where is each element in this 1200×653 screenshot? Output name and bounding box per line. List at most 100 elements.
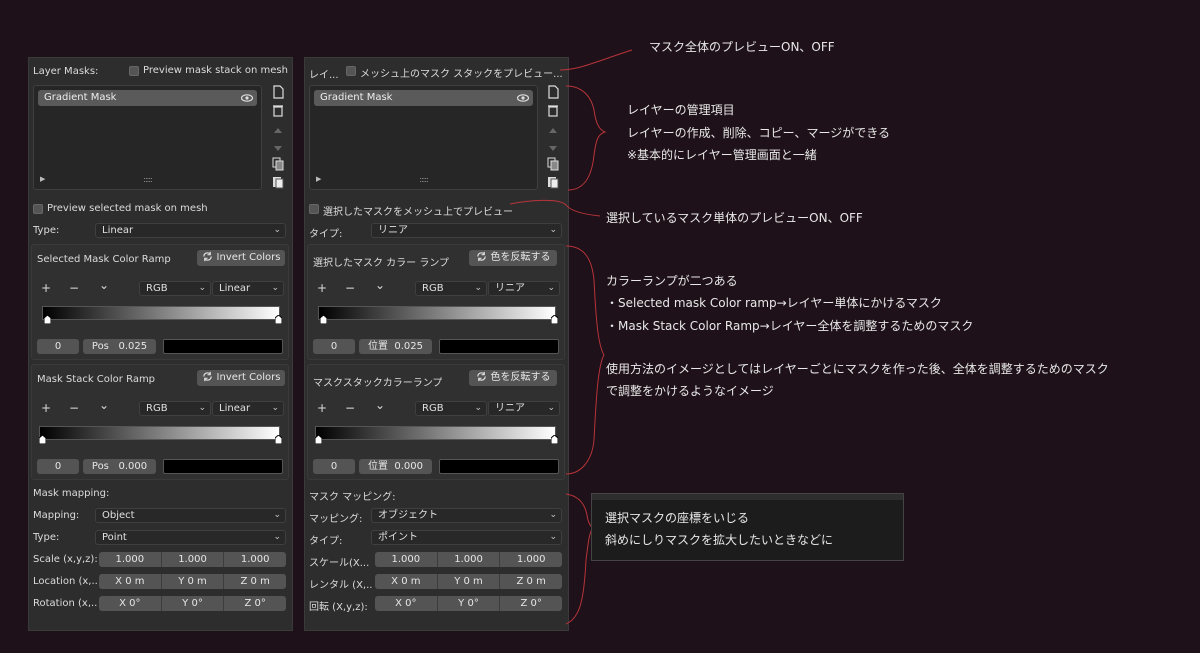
stop-position-field[interactable]: Pos 0.025 [83,339,156,354]
color-mode-dropdown[interactable]: RGB ⌄ [415,281,487,296]
stop-position-field[interactable]: 位置 0.025 [359,339,432,354]
location-vector[interactable]: X 0 mY 0 mZ 0 m [99,574,286,589]
invert-colors-button[interactable]: Invert Colors [197,370,285,386]
ramp-stop-handle[interactable] [551,435,558,444]
scale-vector[interactable]: 1.000 1.000 1.000 [99,552,286,567]
ramp-menu-chevron-icon[interactable]: ⌄ [375,278,385,292]
trash-icon[interactable] [271,103,285,117]
add-stop-button[interactable]: + [41,281,51,295]
color-mode-dropdown[interactable]: RGB ⌄ [415,401,487,416]
chevron-down-icon: ⌄ [273,510,281,520]
remove-stop-button[interactable]: − [345,281,355,295]
move-down-icon[interactable] [271,141,285,155]
mask-list: Gradient Mask ▶ ::::: [33,85,262,190]
trash-icon[interactable] [546,103,560,117]
preview-stack-checkbox[interactable] [346,66,356,76]
color-ramp-gradient[interactable] [39,426,280,440]
add-layer-icon[interactable] [271,85,285,99]
map-type-dropdown[interactable]: ポイント ⌄ [371,530,562,545]
type-dropdown[interactable]: リニア ⌄ [371,223,562,238]
merge-layer-icon[interactable] [546,175,560,189]
stop-position-field[interactable]: Pos 0.000 [83,459,156,474]
type-dropdown[interactable]: Linear ⌄ [95,223,286,238]
color-mode-dropdown[interactable]: RGB ⌄ [139,401,211,416]
chevron-down-icon: ⌄ [198,283,206,293]
merge-layer-icon[interactable] [271,175,285,189]
stop-color-swatch[interactable] [439,339,559,354]
add-stop-button[interactable]: + [317,281,327,295]
ramp-menu-chevron-icon[interactable]: ⌄ [99,278,109,292]
list-item[interactable]: Gradient Mask [314,90,533,106]
invert-colors-button[interactable]: 色を反転する [469,250,557,266]
eye-icon[interactable] [517,92,529,104]
interpolation-dropdown[interactable]: リニア ⌄ [488,401,560,416]
ramp-stop-handle[interactable] [551,315,558,324]
stop-color-swatch[interactable] [439,459,559,474]
stop-index-field[interactable]: 0 [313,459,355,474]
invert-colors-button[interactable]: Invert Colors [197,250,285,266]
color-ramp-gradient[interactable] [42,306,280,320]
color-ramp-gradient[interactable] [315,426,556,440]
stop-color-swatch[interactable] [163,339,283,354]
rotation-vector[interactable]: X 0° Y 0° Z 0° [375,596,562,611]
add-stop-button[interactable]: + [317,401,327,415]
note-layer-ops: レイヤーの作成、削除、コピー、マージができる [627,126,891,140]
location-label: Location (x,... [33,576,97,587]
stack-ramp-box: Mask Stack Color Ramp Invert Colors + − … [31,364,289,480]
ramp-stop-handle[interactable] [275,435,282,444]
stop-position-field[interactable]: 位置 0.000 [359,459,432,474]
expand-triangle-icon[interactable]: ▶ [40,175,45,183]
scale-vector[interactable]: 1.000 1.000 1.000 [375,552,562,567]
stop-index-field[interactable]: 0 [37,459,79,474]
copy-layer-icon[interactable] [271,157,285,171]
remove-stop-button[interactable]: − [345,401,355,415]
stop-index-field[interactable]: 0 [37,339,79,354]
location-vector[interactable]: X 0 mY 0 mZ 0 m [375,574,562,589]
interpolation-dropdown[interactable]: リニア ⌄ [488,281,560,296]
mapping-dropdown[interactable]: Object ⌄ [95,508,286,523]
ramp-stop-handle[interactable] [44,315,51,324]
mapping-note-panel: 選択マスクの座標をいじる 斜めにしりマスクを拡大したいときなどに [591,493,904,561]
invert-colors-button[interactable]: 色を反転する [469,370,557,386]
note-two-ramps: カラーランプが二つある [606,274,738,288]
scale-label: Scale (x,y,z): [33,554,97,565]
interpolation-dropdown[interactable]: Linear ⌄ [212,281,284,296]
move-down-icon[interactable] [546,141,560,155]
selected-ramp-title: Selected Mask Color Ramp [37,254,171,265]
interpolation-dropdown[interactable]: Linear ⌄ [212,401,284,416]
color-mode-dropdown[interactable]: RGB ⌄ [139,281,211,296]
chevron-down-icon: ⌄ [271,283,279,293]
add-stop-button[interactable]: + [41,401,51,415]
remove-stop-button[interactable]: − [69,401,79,415]
panel-header-bar[interactable] [592,494,903,500]
refresh-icon [202,251,212,262]
preview-selected-checkbox[interactable] [33,204,43,214]
expand-triangle-icon[interactable]: ▶ [316,175,321,183]
resize-grip-icon[interactable]: ::::: [419,175,429,184]
eye-icon[interactable] [241,92,253,104]
preview-selected-checkbox[interactable] [309,204,319,214]
preview-stack-checkbox[interactable] [129,66,139,76]
remove-stop-button[interactable]: − [69,281,79,295]
preview-selected-label: Preview selected mask on mesh [47,203,208,214]
ramp-stop-handle[interactable] [275,315,282,324]
ramp-menu-chevron-icon[interactable]: ⌄ [99,398,109,412]
chevron-down-icon: ⌄ [547,403,555,413]
move-up-icon[interactable] [271,123,285,137]
add-layer-icon[interactable] [546,85,560,99]
type-value: Linear [102,225,134,236]
ramp-menu-chevron-icon[interactable]: ⌄ [375,398,385,412]
map-type-dropdown[interactable]: Point ⌄ [95,530,286,545]
copy-layer-icon[interactable] [546,157,560,171]
resize-grip-icon[interactable]: ::::: [143,175,153,184]
ramp-stop-handle[interactable] [320,315,327,324]
ramp-stop-handle[interactable] [315,435,322,444]
move-up-icon[interactable] [546,123,560,137]
stop-color-swatch[interactable] [163,459,283,474]
stop-index-field[interactable]: 0 [313,339,355,354]
ramp-stop-handle[interactable] [39,435,46,444]
mapping-dropdown[interactable]: オブジェクト ⌄ [371,508,562,523]
rotation-vector[interactable]: X 0° Y 0° Z 0° [99,596,286,611]
color-ramp-gradient[interactable] [318,306,556,320]
list-item[interactable]: Gradient Mask [38,90,257,106]
